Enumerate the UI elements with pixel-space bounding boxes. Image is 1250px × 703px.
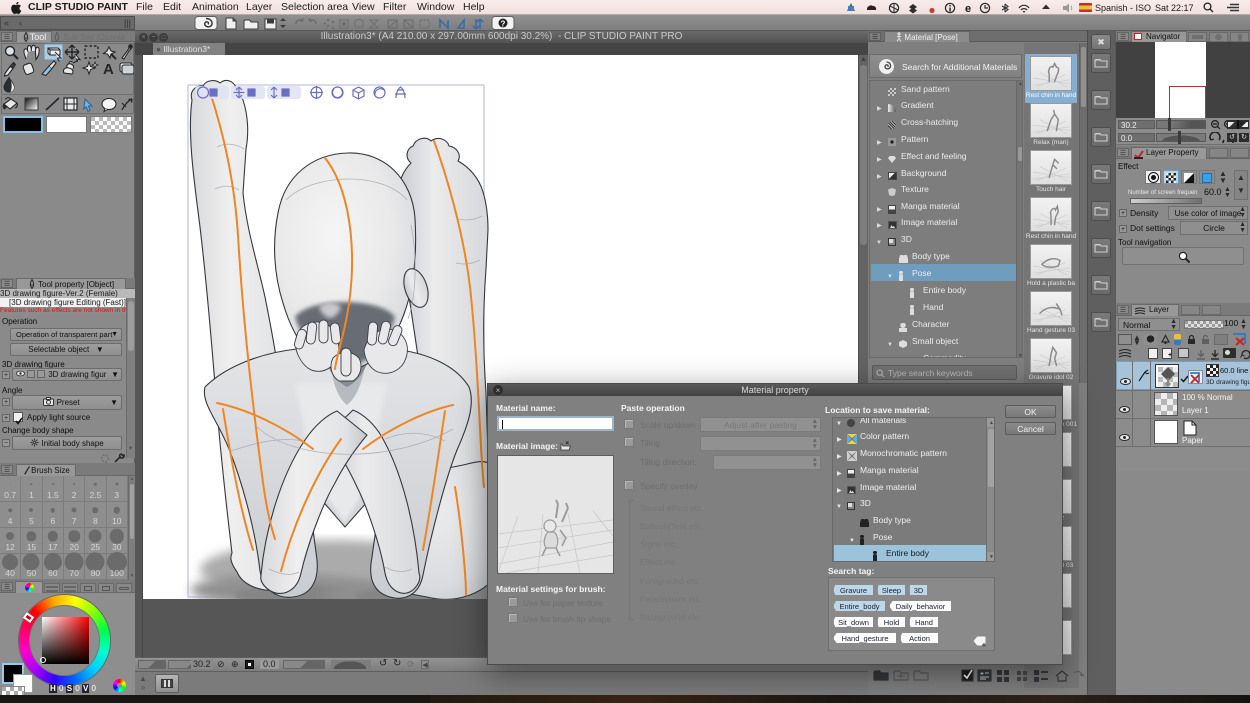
svg-text:e: e [965, 3, 971, 14]
svg-text:A: A [103, 61, 114, 78]
svg-text:?: ? [501, 20, 506, 29]
